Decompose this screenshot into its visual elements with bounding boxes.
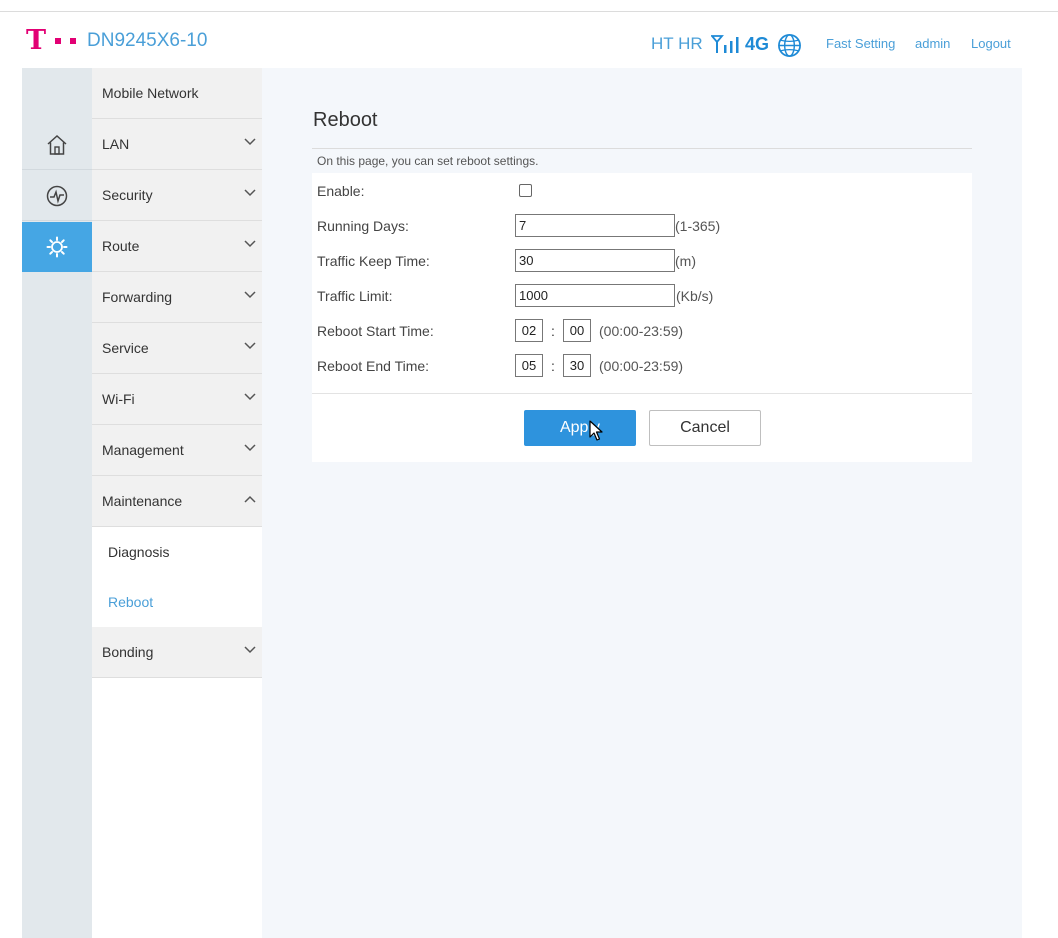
traffic-keep-time-label: Traffic Keep Time: xyxy=(317,253,430,269)
start-minute-input[interactable]: 00 xyxy=(563,319,591,342)
menu-item-label: Management xyxy=(102,442,184,458)
logo-letter: T xyxy=(26,25,47,56)
top-divider xyxy=(0,11,1058,12)
chevron-down-icon xyxy=(244,138,256,146)
menu-item-lan[interactable]: LAN xyxy=(92,119,262,170)
running-days-label: Running Days: xyxy=(317,218,409,234)
start-hour-input[interactable]: 02 xyxy=(515,319,543,342)
gear-icon xyxy=(46,236,68,258)
logo-dot xyxy=(55,38,62,44)
chevron-down-icon xyxy=(244,240,256,248)
menu-item-maintenance[interactable]: Maintenance xyxy=(92,476,262,527)
signal-icon xyxy=(711,35,739,53)
chevron-down-icon xyxy=(244,393,256,401)
operator-name: HT HR xyxy=(651,34,703,53)
chevron-up-icon xyxy=(244,495,256,503)
page-title: Reboot xyxy=(313,109,378,131)
menu-item-wifi[interactable]: Wi-Fi xyxy=(92,374,262,425)
menu-item-label: Bonding xyxy=(102,644,154,660)
menu-item-label: Security xyxy=(102,187,153,203)
home-icon xyxy=(47,134,67,155)
running-days-hint: (1-365) xyxy=(675,218,721,234)
telekom-logo: T xyxy=(26,25,77,56)
menu-item-management[interactable]: Management xyxy=(92,425,262,476)
menu-item-label: Mobile Network xyxy=(102,85,199,101)
icon-rail xyxy=(22,68,102,938)
reboot-end-time-label: Reboot End Time: xyxy=(317,358,430,374)
chevron-down-icon xyxy=(244,444,256,452)
traffic-keep-time-hint: (m) xyxy=(675,253,696,269)
reboot-settings-panel: Enable: Running Days: 7 (1-365) Traffic … xyxy=(312,173,972,462)
mouse-cursor-icon xyxy=(589,420,603,441)
logo-dot xyxy=(70,38,77,44)
time-separator: : xyxy=(551,323,555,339)
traffic-limit-hint: (Kb/s) xyxy=(676,288,714,304)
settings-menu: Mobile Network LAN Security Route Forwar… xyxy=(92,68,262,938)
running-days-input[interactable]: 7 xyxy=(515,214,675,237)
logout-link[interactable]: Logout xyxy=(971,36,1011,51)
rail-settings-button[interactable] xyxy=(22,222,102,272)
menu-item-label: LAN xyxy=(102,136,130,152)
menu-item-label: Service xyxy=(102,340,149,356)
end-hour-input[interactable]: 05 xyxy=(515,354,543,377)
network-type: 4G xyxy=(745,34,770,54)
end-minute-input[interactable]: 30 xyxy=(563,354,591,377)
admin-link[interactable]: admin xyxy=(915,36,950,51)
enable-checkbox[interactable] xyxy=(519,184,532,197)
menu-item-label: Forwarding xyxy=(102,289,173,305)
title-divider xyxy=(312,148,972,149)
fast-setting-link[interactable]: Fast Setting xyxy=(826,36,895,51)
rail-status-button[interactable] xyxy=(22,171,92,221)
menu-item-route[interactable]: Route xyxy=(92,221,262,272)
menu-item-service[interactable]: Service xyxy=(92,323,262,374)
menu-item-label: Wi-Fi xyxy=(102,391,135,407)
reboot-start-time-label: Reboot Start Time: xyxy=(317,323,434,339)
device-model: DN9245X6-10 xyxy=(87,30,208,51)
content-area: Reboot On this page, you can set reboot … xyxy=(262,68,1022,938)
traffic-limit-label: Traffic Limit: xyxy=(317,288,393,304)
status-icon xyxy=(46,185,68,206)
page-description: On this page, you can set reboot setting… xyxy=(317,154,539,168)
chevron-down-icon xyxy=(244,646,256,654)
menu-item-label: Maintenance xyxy=(102,493,183,509)
globe-icon xyxy=(778,34,801,57)
time-separator: : xyxy=(551,358,555,374)
start-time-hint: (00:00-23:59) xyxy=(599,323,684,339)
traffic-keep-time-input[interactable]: 30 xyxy=(515,249,675,272)
menu-item-security[interactable]: Security xyxy=(92,170,262,221)
end-time-hint: (00:00-23:59) xyxy=(599,358,684,374)
traffic-limit-input[interactable]: 1000 xyxy=(515,284,675,307)
enable-label: Enable: xyxy=(317,183,365,199)
cancel-button[interactable]: Cancel xyxy=(649,410,761,446)
apply-button[interactable]: Apply xyxy=(524,410,636,446)
menu-item-forwarding[interactable]: Forwarding xyxy=(92,272,262,323)
chevron-down-icon xyxy=(244,342,256,350)
submenu-item-reboot[interactable]: Reboot xyxy=(92,577,262,627)
submenu-item-diagnosis[interactable]: Diagnosis xyxy=(92,527,262,577)
submenu-item-label: Reboot xyxy=(108,594,154,610)
panel-divider xyxy=(312,393,972,394)
menu-item-mobile-network[interactable]: Mobile Network xyxy=(92,68,262,119)
chevron-down-icon xyxy=(244,189,256,197)
menu-item-label: Route xyxy=(102,238,140,254)
submenu-item-label: Diagnosis xyxy=(108,544,170,560)
rail-home-button[interactable] xyxy=(22,120,92,170)
chevron-down-icon xyxy=(244,291,256,299)
menu-item-bonding[interactable]: Bonding xyxy=(92,627,262,678)
